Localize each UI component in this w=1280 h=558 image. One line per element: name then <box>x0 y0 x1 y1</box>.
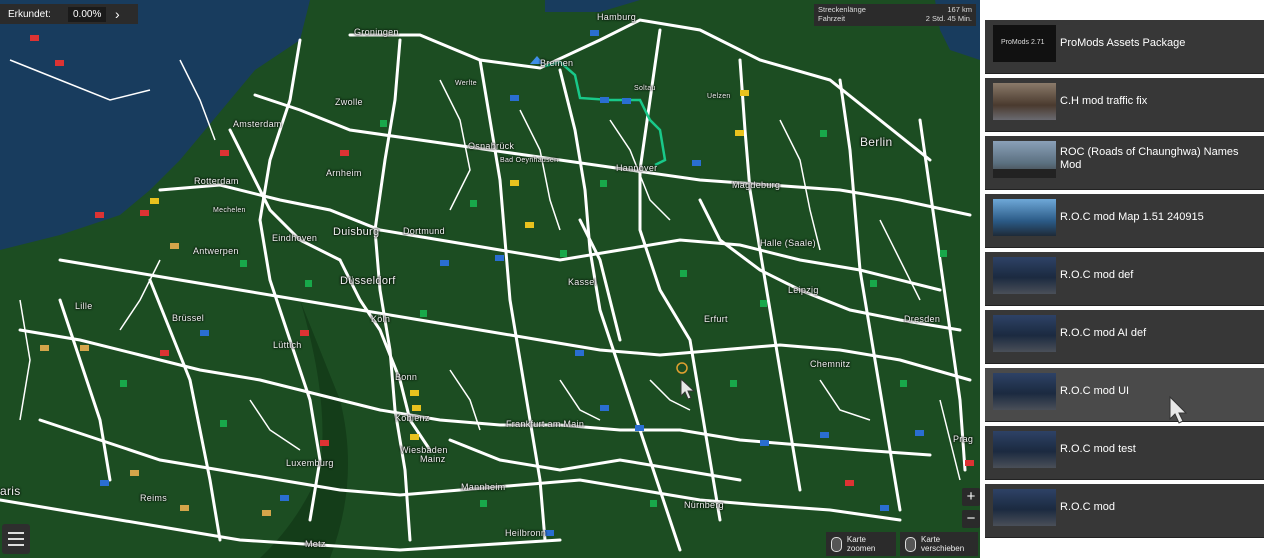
explored-label: Erkundet: <box>8 8 51 20</box>
mod-item[interactable]: ProMods 2.71 ProMods Assets Package <box>985 20 1264 74</box>
mod-name: R.O.C mod <box>1060 500 1116 513</box>
city-label: Koblenz <box>395 413 430 423</box>
city-label: Mainz <box>420 454 446 464</box>
city-label: Metz <box>305 539 326 549</box>
city-label: Eindhoven <box>272 233 318 243</box>
truck-position-marker <box>676 362 688 374</box>
city-label: Mannheim <box>461 482 506 492</box>
mod-item[interactable]: R.O.C mod <box>985 484 1264 538</box>
mod-name: ROC (Roads of Chaunghwa) Names Mod <box>1060 146 1239 171</box>
roc-logo-icon <box>993 257 1056 294</box>
roc-logo-icon <box>993 431 1056 468</box>
city-label: Halle (Saale) <box>760 238 816 248</box>
mod-item[interactable]: R.O.C mod AI def <box>985 310 1264 364</box>
explored-bar: Erkundet: 0.00% › <box>0 4 138 24</box>
river-area <box>545 0 640 12</box>
city-label: Duisburg <box>333 226 380 238</box>
city-label: Frankfurt am Main <box>506 419 585 429</box>
city-label: Magdeburg <box>732 180 781 190</box>
english-names-banner-icon <box>993 141 1056 178</box>
explored-value: 0.00% <box>68 6 107 22</box>
mod-item[interactable]: ROC (Roads of Chaunghwa) Names Mod <box>985 136 1264 190</box>
mod-list[interactable]: ProMods 2.71 ProMods Assets Package C.H … <box>983 20 1270 558</box>
city-label: Groningen <box>354 27 399 37</box>
city-label: Dortmund <box>403 226 445 236</box>
distance-value: 167 km <box>947 5 972 14</box>
city-label: Reims <box>140 493 168 503</box>
mouse-cursor-icon <box>1169 395 1188 424</box>
time-label: Fahrzeit <box>818 14 846 23</box>
roc-logo-icon <box>993 489 1056 526</box>
city-label: Luxemburg <box>286 458 334 468</box>
city-label: Berlin <box>860 135 893 149</box>
roc-logo-icon <box>993 373 1056 410</box>
city-skyline-icon <box>993 199 1056 236</box>
city-label: Bad Oeynhausen <box>500 157 559 164</box>
mod-name: C.H mod traffic fix <box>1060 94 1148 107</box>
distance-label: Streckenlänge <box>818 5 866 14</box>
mod-name: R.O.C mod test <box>1060 442 1136 455</box>
city-label: Köln <box>371 314 391 324</box>
mod-name: R.O.C mod def <box>1060 268 1134 281</box>
legend-button[interactable] <box>2 524 30 554</box>
city-label: Osnabrück <box>468 141 515 151</box>
city-label: Zwolle <box>335 97 363 107</box>
city-label: Brüssel <box>172 313 205 323</box>
mod-item[interactable]: C.H mod traffic fix <box>985 78 1264 132</box>
route-info-panel: Streckenlänge 167 km Fahrzeit 2 Std. 45 Mi… <box>814 4 976 26</box>
roc-logo-icon <box>993 315 1056 352</box>
move-hint-label-2: verschieben <box>921 544 965 553</box>
chevron-right-icon[interactable]: › <box>106 6 128 22</box>
zoom-hint-label: Karte zoomen <box>846 535 876 553</box>
city-label: Amsterdam <box>233 119 282 129</box>
city-label: Bremen <box>540 58 574 68</box>
city-label: Düsseldorf <box>340 275 396 287</box>
map-canvas <box>0 0 980 558</box>
city-label: Nürnberg <box>684 500 724 510</box>
mouse-click-icon <box>905 536 916 552</box>
city-label: Kassel <box>568 277 597 287</box>
mod-name: ProMods Assets Package <box>1060 36 1186 49</box>
zoom-out-button[interactable]: − <box>962 510 980 528</box>
city-label: Hannover <box>616 163 658 173</box>
zoom-hint: Karte zoomen <box>826 532 896 556</box>
city-label: Antwerpen <box>193 246 239 256</box>
city-label: Lille <box>75 301 93 311</box>
mod-item[interactable]: R.O.C mod test <box>985 426 1264 480</box>
mouse-wheel-icon <box>831 536 842 552</box>
city-label: Arnheim <box>326 168 362 178</box>
world-map[interactable]: Groningen Hamburg Bremen Werlte Soltau U… <box>0 0 980 558</box>
mod-name: R.O.C mod Map 1.51 240915 <box>1060 210 1204 223</box>
city-label: Heilbronn <box>505 528 547 538</box>
city-label: aris <box>0 484 21 498</box>
city-label: Uelzen <box>707 93 731 100</box>
move-hint-label-1: Karte <box>921 535 941 544</box>
street-photo-icon <box>993 83 1056 120</box>
forest-area <box>260 300 348 558</box>
city-label: Lüttich <box>273 340 302 350</box>
mod-item[interactable]: R.O.C mod Map 1.51 240915 <box>985 194 1264 248</box>
mod-name: R.O.C mod UI <box>1060 384 1130 397</box>
scrollbar[interactable] <box>1270 20 1280 558</box>
time-value: 2 Std. 45 Min. <box>925 14 972 23</box>
city-label: Mechelen <box>213 207 246 214</box>
mod-item[interactable]: R.O.C mod UI <box>985 368 1264 422</box>
city-label: Werlte <box>455 80 477 87</box>
city-label: Bonn <box>395 372 418 382</box>
promods-logo-icon: ProMods 2.71 <box>993 25 1056 62</box>
city-label: Prag <box>953 434 974 444</box>
mouse-cursor-icon <box>680 378 696 400</box>
city-label: Leipzig <box>788 285 819 295</box>
city-label: Soltau <box>634 85 656 92</box>
city-label: Erfurt <box>704 314 728 324</box>
city-label: Chemnitz <box>810 359 851 369</box>
city-label: Dresden <box>904 314 941 324</box>
mod-name: R.O.C mod AI def <box>1060 326 1147 339</box>
city-label: Hamburg <box>597 12 637 22</box>
zoom-in-button[interactable]: + <box>962 488 980 506</box>
city-label: Rotterdam <box>194 176 239 186</box>
move-hint: Karte verschieben <box>900 532 978 556</box>
mod-item[interactable]: R.O.C mod def <box>985 252 1264 306</box>
